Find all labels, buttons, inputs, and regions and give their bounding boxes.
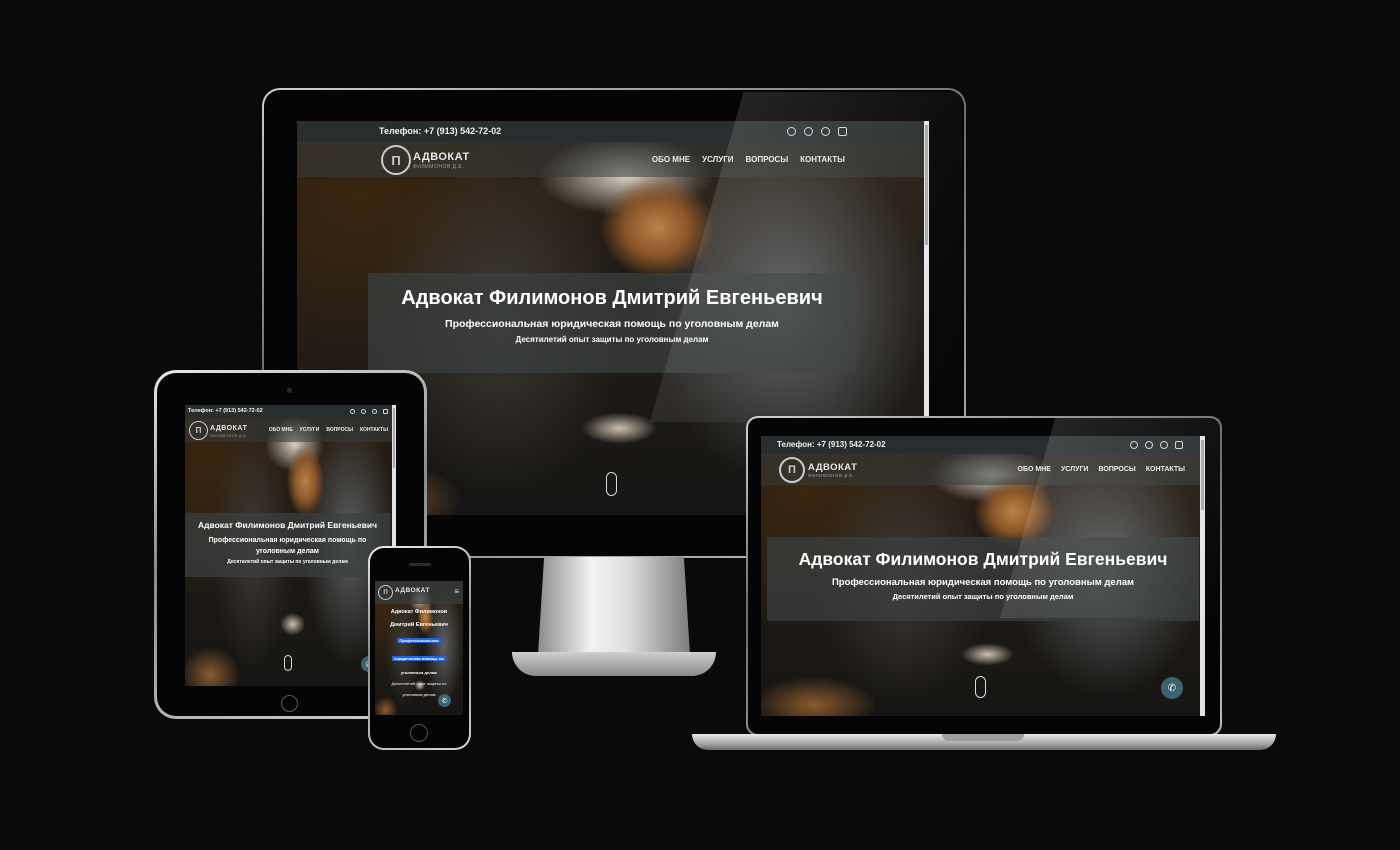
hero-subtitle: Профессиональная юридическая помощь по у… [831, 577, 1135, 588]
hero-subtitle-line3: уголовным делам [401, 670, 437, 675]
logo-subtitle: ФИЛИМОНОВ Д.Е. [808, 473, 855, 478]
logo-emblem-icon[interactable]: П [378, 585, 393, 600]
viber-icon[interactable] [1145, 441, 1153, 449]
telegram-icon[interactable] [821, 127, 830, 136]
phone-speaker [409, 563, 431, 566]
hero-banner: Адвокат Филимонов Дмитрий Евгеньевич Про… [368, 273, 856, 373]
menu-item-about[interactable]: ОБО МНЕ [1018, 466, 1051, 473]
vk-icon[interactable] [838, 127, 847, 136]
logo-emblem-icon[interactable]: П [381, 145, 411, 175]
telegram-icon[interactable] [1160, 441, 1168, 449]
hero-subtitle-line2: юридическая помощь по [392, 656, 446, 661]
monitor-base [512, 652, 716, 676]
menu-item-services[interactable]: УСЛУГИ [702, 155, 733, 164]
hero-title: Адвокат Филимонов Дмитрий Евгеньевич [401, 287, 823, 309]
phone-text[interactable]: Телефон: +7 (913) 542-72-02 [188, 408, 263, 414]
hero-description: Десятилетий опыт защиты по уголовным дел… [227, 559, 348, 565]
monitor-stand [538, 557, 690, 655]
whatsapp-icon[interactable] [787, 127, 796, 136]
social-links [1130, 441, 1183, 449]
menu-item-questions[interactable]: ВОПРОСЫ [326, 427, 353, 433]
scroll-down-icon[interactable] [284, 655, 292, 671]
hamburger-menu-icon[interactable]: ≡ [454, 587, 459, 596]
hero-banner: Адвокат Филимонов Дмитрий Евгеньевич Про… [375, 607, 463, 697]
laptop-screen: Телефон: +7 (913) 542-72-02 П АДВОКАТ ФИ… [761, 436, 1205, 716]
hero-description-line1: Десятилетий опыт защиты по [391, 681, 447, 686]
hero-title: Адвокат Филимонов Дмитрий Евгеньевич [197, 520, 378, 530]
telegram-icon[interactable] [372, 409, 377, 414]
tablet-home-button[interactable] [281, 695, 298, 712]
phone-text[interactable]: Телефон: +7 (913) 542-72-02 [379, 126, 501, 136]
hero-title-line1: Адвокат Филимонов [390, 609, 448, 615]
laptop-notch [942, 734, 1024, 741]
menu-item-contacts[interactable]: КОНТАКТЫ [800, 155, 845, 164]
menu-item-contacts[interactable]: КОНТАКТЫ [1146, 466, 1185, 473]
menu-item-questions[interactable]: ВОПРОСЫ [1098, 466, 1135, 473]
call-button[interactable]: ✆ [438, 694, 451, 707]
hero-title-line2: Дмитрий Евгеньевич [390, 622, 448, 628]
hero-description: Десятилетий опыт защиты по уголовным дел… [515, 335, 709, 344]
viber-icon[interactable] [804, 127, 813, 136]
social-links [787, 127, 847, 136]
menu-item-contacts[interactable]: КОНТАКТЫ [360, 427, 388, 433]
vk-icon[interactable] [1175, 441, 1183, 449]
viber-icon[interactable] [361, 409, 366, 414]
hero-title: Адвокат Филимонов Дмитрий Евгеньевич [798, 549, 1168, 569]
call-button[interactable]: ✆ [1161, 677, 1183, 699]
vk-icon[interactable] [383, 409, 388, 414]
main-menu: ОБО МНЕ УСЛУГИ ВОПРОСЫ КОНТАКТЫ [269, 427, 388, 433]
whatsapp-icon[interactable] [1130, 441, 1138, 449]
main-menu: ОБО МНЕ УСЛУГИ ВОПРОСЫ КОНТАКТЫ [652, 155, 845, 164]
logo-emblem-icon[interactable]: П [189, 421, 208, 440]
logo-subtitle: ФИЛИМОНОВ Д.Е. [210, 434, 248, 438]
menu-item-questions[interactable]: ВОПРОСЫ [746, 155, 789, 164]
logo-emblem-icon[interactable]: П [779, 457, 805, 483]
menu-item-about[interactable]: ОБО МНЕ [652, 155, 690, 164]
tablet-screen: Телефон: +7 (913) 542-72-02 П АДВОКАТ ФИ… [185, 405, 396, 686]
hero-description: Десятилетий опыт защиты по уголовным дел… [892, 592, 1074, 601]
phone-home-button[interactable] [410, 724, 428, 742]
hero-subtitle: Профессиональная юридическая помощь по у… [208, 537, 367, 555]
logo-title[interactable]: АДВОКАТ [413, 151, 470, 163]
scroll-down-icon[interactable] [975, 676, 986, 698]
logo-title[interactable]: АДВОКАТ [395, 587, 430, 594]
menu-item-services[interactable]: УСЛУГИ [300, 427, 320, 433]
scroll-down-icon[interactable] [606, 472, 617, 496]
social-links [350, 409, 388, 414]
phone-screen: П АДВОКАТ ≡ Адвокат Филимонов Дмитрий Ев… [375, 581, 463, 715]
logo-title[interactable]: АДВОКАТ [210, 425, 247, 432]
hero-banner: Адвокат Филимонов Дмитрий Евгеньевич Про… [767, 537, 1199, 621]
tablet-camera [287, 388, 292, 393]
menu-item-about[interactable]: ОБО МНЕ [269, 427, 293, 433]
menu-item-services[interactable]: УСЛУГИ [1061, 466, 1089, 473]
hero-banner: Адвокат Филимонов Дмитрий Евгеньевич Про… [185, 513, 390, 577]
logo-title[interactable]: АДВОКАТ [808, 462, 857, 473]
hero-subtitle: Профессиональная юридическая помощь по у… [445, 318, 779, 330]
scrollbar[interactable] [1200, 436, 1205, 716]
whatsapp-icon[interactable] [350, 409, 355, 414]
logo-subtitle: ФИЛИМОНОВ Д.Е. [413, 164, 465, 170]
main-menu: ОБО МНЕ УСЛУГИ ВОПРОСЫ КОНТАКТЫ [1018, 466, 1185, 473]
phone-text[interactable]: Телефон: +7 (913) 542-72-02 [777, 440, 886, 449]
hero-subtitle-line1: Профессиональная [397, 638, 441, 643]
